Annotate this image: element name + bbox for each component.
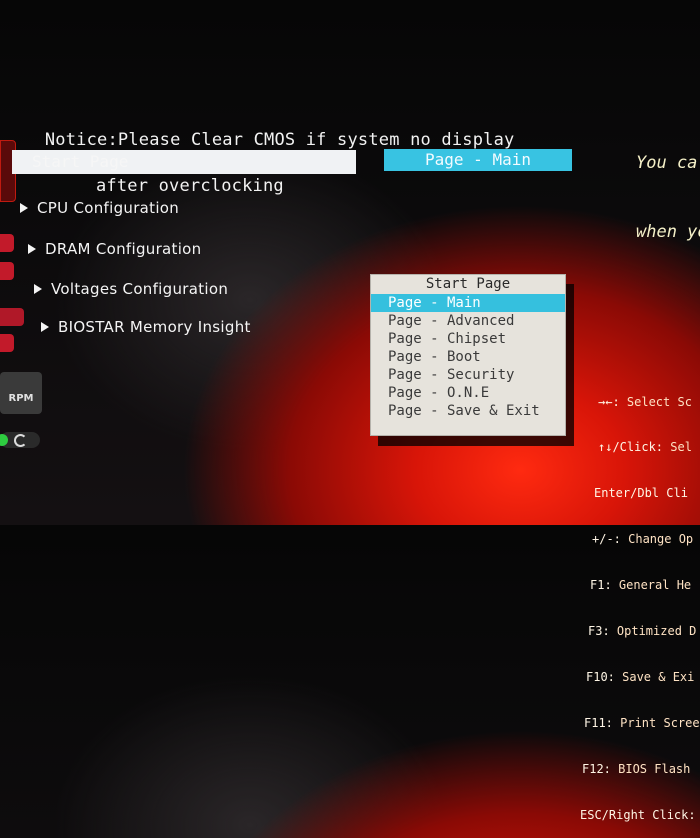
menu-item-cpu-configuration[interactable]: CPU Configuration <box>20 199 179 217</box>
page-main-button[interactable]: Page - Main <box>384 149 572 171</box>
rpm-label: RPM <box>8 393 34 404</box>
help-line: →←: Select Sc <box>598 394 692 409</box>
dropdown-option-page-advanced[interactable]: Page - Advanced <box>371 312 565 330</box>
toggle-switch[interactable] <box>0 432 40 448</box>
notice-line-1: Notice:Please Clear CMOS if system no di… <box>44 130 515 150</box>
left-panel-strip <box>0 262 14 280</box>
dropdown-option-page-chipset[interactable]: Page - Chipset <box>371 330 565 348</box>
help-line: F10: Save & Exi <box>586 669 695 684</box>
dropdown-option-page-one[interactable]: Page - O.N.E <box>371 384 565 402</box>
menu-item-voltages-configuration[interactable]: Voltages Configuration <box>34 280 228 298</box>
help-line: F11: Print Scree <box>584 715 700 730</box>
menu-item-biostar-memory-insight[interactable]: BIOSTAR Memory Insight <box>41 318 251 336</box>
menu-item-label: BIOSTAR Memory Insight <box>58 318 251 336</box>
left-panel-strip <box>0 234 14 252</box>
dropdown-option-page-save-exit[interactable]: Page - Save & Exit <box>371 402 565 420</box>
right-hint-line-2: when yo <box>636 222 700 242</box>
refresh-icon <box>14 434 27 447</box>
right-hint-text: You ca when yo <box>636 106 700 267</box>
help-line: ESC/Right Click: <box>580 807 696 822</box>
menu-item-label: CPU Configuration <box>37 199 180 217</box>
help-line: +/-: Change Op <box>592 532 694 547</box>
start-page-label: Start Page <box>32 152 129 171</box>
expand-arrow-icon <box>20 202 28 213</box>
expand-arrow-icon <box>41 321 49 332</box>
help-line: Enter/Dbl Cli <box>594 486 688 501</box>
expand-arrow-icon <box>28 243 36 254</box>
left-panel-strip <box>0 334 14 352</box>
help-line: F1: General He <box>590 578 692 593</box>
menu-item-label: Voltages Configuration <box>51 280 229 298</box>
help-line: F3: Optimized D <box>588 624 697 639</box>
dropdown-option-page-main[interactable]: Page - Main <box>371 294 565 312</box>
page-main-label: Page - Main <box>425 150 531 169</box>
expand-arrow-icon <box>34 283 42 294</box>
help-line: F12: BIOS Flash <box>582 761 691 776</box>
help-key-panel: →←: Select Sc ↑↓/Click: Sel Enter/Dbl Cl… <box>580 364 700 838</box>
dropdown-title: Start Page <box>425 276 511 292</box>
rpm-badge: RPM <box>0 372 42 414</box>
dropdown-option-page-security[interactable]: Page - Security <box>371 366 565 384</box>
dropdown-option-page-boot[interactable]: Page - Boot <box>371 348 565 366</box>
menu-item-label: DRAM Configuration <box>45 240 202 258</box>
toggle-on-icon <box>0 434 8 446</box>
start-page-dropdown[interactable]: Start Page Page - Main Page - Advanced P… <box>370 274 566 436</box>
menu-item-dram-configuration[interactable]: DRAM Configuration <box>28 240 201 258</box>
right-hint-line-1: You ca <box>636 153 698 173</box>
notice-line-2: after overclocking <box>96 176 284 196</box>
start-page-field[interactable]: Start Page <box>12 150 356 174</box>
left-panel-strip <box>0 308 24 326</box>
help-line: ↑↓/Click: Sel <box>598 440 692 455</box>
